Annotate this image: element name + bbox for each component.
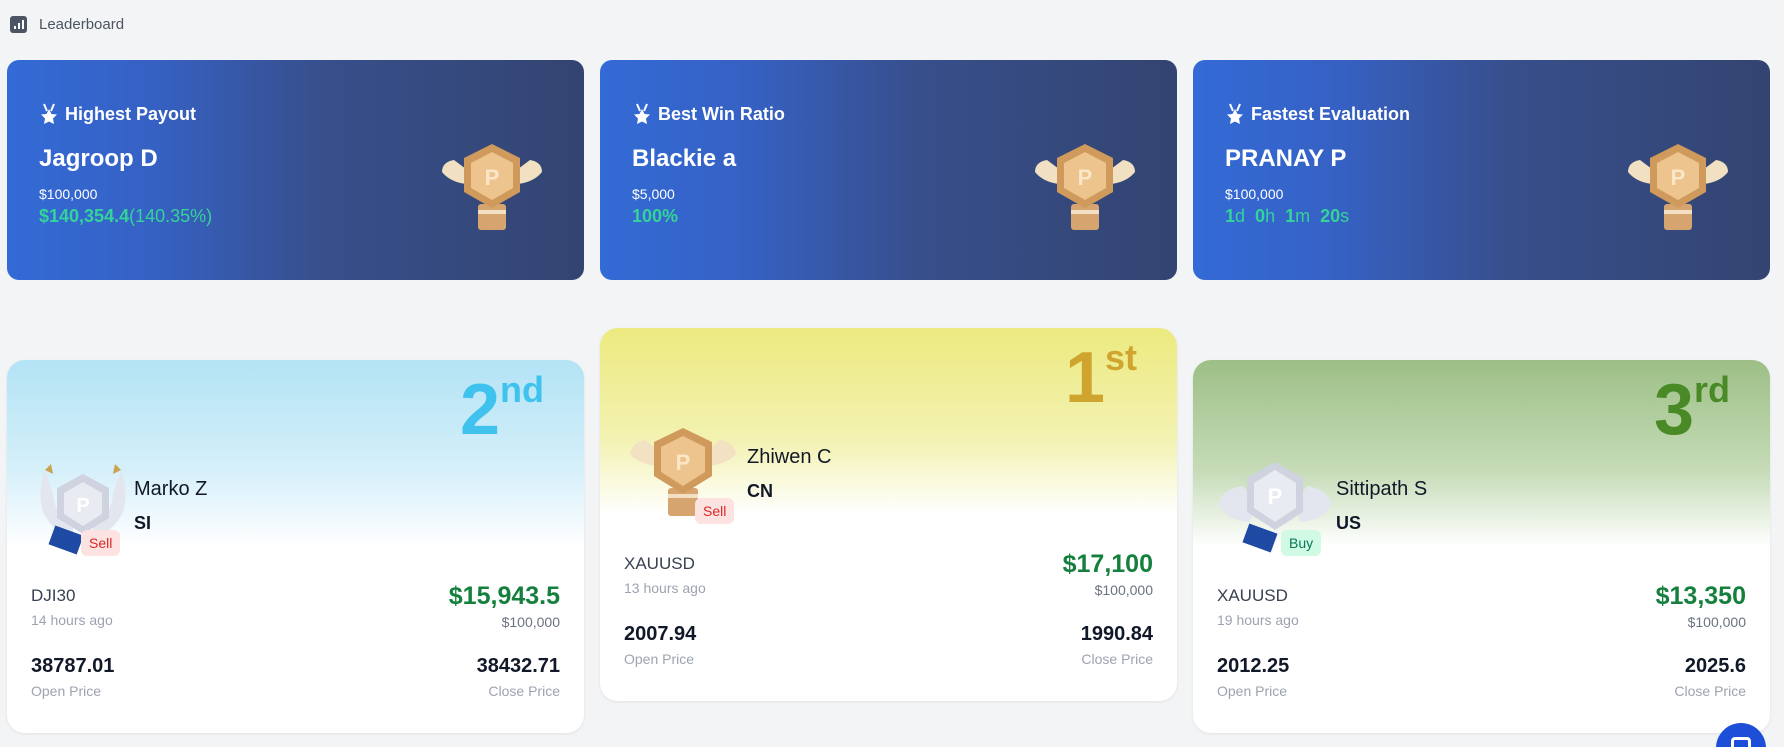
- trader-country: CN: [747, 481, 773, 501]
- rank-label: 3rd: [1653, 369, 1730, 450]
- svg-text:P: P: [1078, 165, 1093, 190]
- duration-hours-unit: h: [1265, 206, 1276, 226]
- trader-name: Marko Z: [134, 478, 208, 500]
- rank-label: 1st: [1064, 337, 1137, 418]
- award-metric: $140,354.4(140.35%): [39, 206, 212, 227]
- open-price-value: 2012.25: [1217, 655, 1290, 677]
- svg-text:P: P: [1671, 165, 1686, 190]
- trade-time: 19 hours ago: [1217, 612, 1299, 628]
- trade-profit: $13,350: [1655, 582, 1746, 610]
- close-price-value: 38432.71: [476, 655, 560, 677]
- close-price-label: Close Price: [1674, 683, 1746, 699]
- page-title: Leaderboard: [39, 15, 125, 33]
- chat-icon: [1731, 737, 1751, 747]
- svg-text:P: P: [76, 495, 89, 517]
- account-size: $100,000: [1094, 582, 1153, 598]
- trade-profit: $17,100: [1062, 550, 1153, 578]
- bar-chart-icon: [10, 15, 27, 33]
- trader-name: Sittipath S: [1336, 478, 1428, 500]
- rank-card-third[interactable]: 3rd P Buy Sittipath S US XAUUSD 19 hours…: [1193, 360, 1770, 733]
- duration-days-unit: d: [1235, 206, 1246, 226]
- rank-card-first[interactable]: 1st P Sell Zhiwen C CN XAUUSD 13 hours a…: [600, 328, 1177, 701]
- award-card-fastest-evaluation: Fastest Evaluation PRANAY P $100,000 1d …: [1193, 60, 1770, 280]
- open-price-label: Open Price: [624, 651, 695, 667]
- award-winner-name: Blackie a: [632, 145, 737, 172]
- open-price-label: Open Price: [31, 683, 102, 699]
- award-metric-value: $140,354.4: [39, 206, 130, 226]
- award-winner-name: Jagroop D: [39, 145, 158, 172]
- trader-name: Zhiwen C: [747, 446, 832, 468]
- trade-side-badge: Sell: [81, 530, 121, 556]
- rank-card-second[interactable]: 2nd P Sell Marko Z SI DJI30 14 hours ago…: [7, 360, 584, 733]
- open-price-label: Open Price: [1217, 683, 1288, 699]
- svg-text:P: P: [485, 165, 500, 190]
- gold-badge-icon: P: [440, 140, 544, 237]
- close-price-value: 1990.84: [1080, 623, 1153, 645]
- open-price-value: 38787.01: [31, 655, 115, 677]
- svg-text:P: P: [676, 450, 691, 475]
- rank-label: 2nd: [459, 369, 544, 450]
- duration-minutes-unit: m: [1295, 206, 1311, 226]
- award-card-best-win-ratio: Best Win Ratio Blackie a $5,000 100% P: [600, 60, 1177, 280]
- award-metric-percent: (140.35%): [129, 206, 213, 226]
- trade-side-badge: Sell: [695, 498, 735, 524]
- duration-days: 1: [1225, 206, 1236, 226]
- close-price-value: 2025.6: [1684, 655, 1746, 677]
- trade-side-badge: Buy: [1281, 530, 1322, 556]
- duration-seconds: 20: [1320, 206, 1341, 226]
- gold-badge-icon: P: [1033, 140, 1137, 237]
- award-account-size: $100,000: [39, 186, 98, 202]
- award-metric: 100%: [632, 206, 678, 227]
- award-card-highest-payout: Highest Payout Jagroop D $100,000 $140,3…: [7, 60, 584, 280]
- award-category: Highest Payout: [65, 103, 197, 124]
- account-size: $100,000: [501, 614, 560, 630]
- award-ribbon-icon: [41, 103, 57, 124]
- award-ribbon-icon: [634, 103, 650, 124]
- trade-symbol: XAUUSD: [1217, 586, 1288, 605]
- award-metric-value: 100%: [632, 206, 679, 226]
- open-price-value: 2007.94: [624, 623, 697, 645]
- award-ribbon-icon: [1227, 103, 1243, 124]
- gold-badge-icon: P: [1626, 140, 1730, 237]
- trade-symbol: XAUUSD: [624, 554, 695, 573]
- svg-text:P: P: [1268, 484, 1283, 509]
- trader-country: US: [1336, 513, 1362, 533]
- trade-time: 13 hours ago: [624, 580, 706, 596]
- close-price-label: Close Price: [1081, 651, 1153, 667]
- duration-seconds-unit: s: [1340, 206, 1350, 226]
- award-winner-name: PRANAY P: [1225, 145, 1347, 172]
- trade-profit: $15,943.5: [448, 582, 560, 610]
- award-category: Fastest Evaluation: [1251, 103, 1411, 124]
- trade-symbol: DJI30: [31, 586, 76, 605]
- duration-hours: 0: [1255, 206, 1266, 226]
- award-duration: 1d 0h 1m 20s: [1225, 206, 1349, 227]
- award-category: Best Win Ratio: [658, 103, 785, 124]
- trader-country: SI: [134, 513, 152, 533]
- trade-time: 14 hours ago: [31, 612, 113, 628]
- close-price-label: Close Price: [488, 683, 560, 699]
- duration-minutes: 1: [1285, 206, 1296, 226]
- award-account-size: $5,000: [632, 186, 675, 202]
- page-header: Leaderboard: [10, 14, 124, 34]
- account-size: $100,000: [1687, 614, 1746, 630]
- award-account-size: $100,000: [1225, 186, 1284, 202]
